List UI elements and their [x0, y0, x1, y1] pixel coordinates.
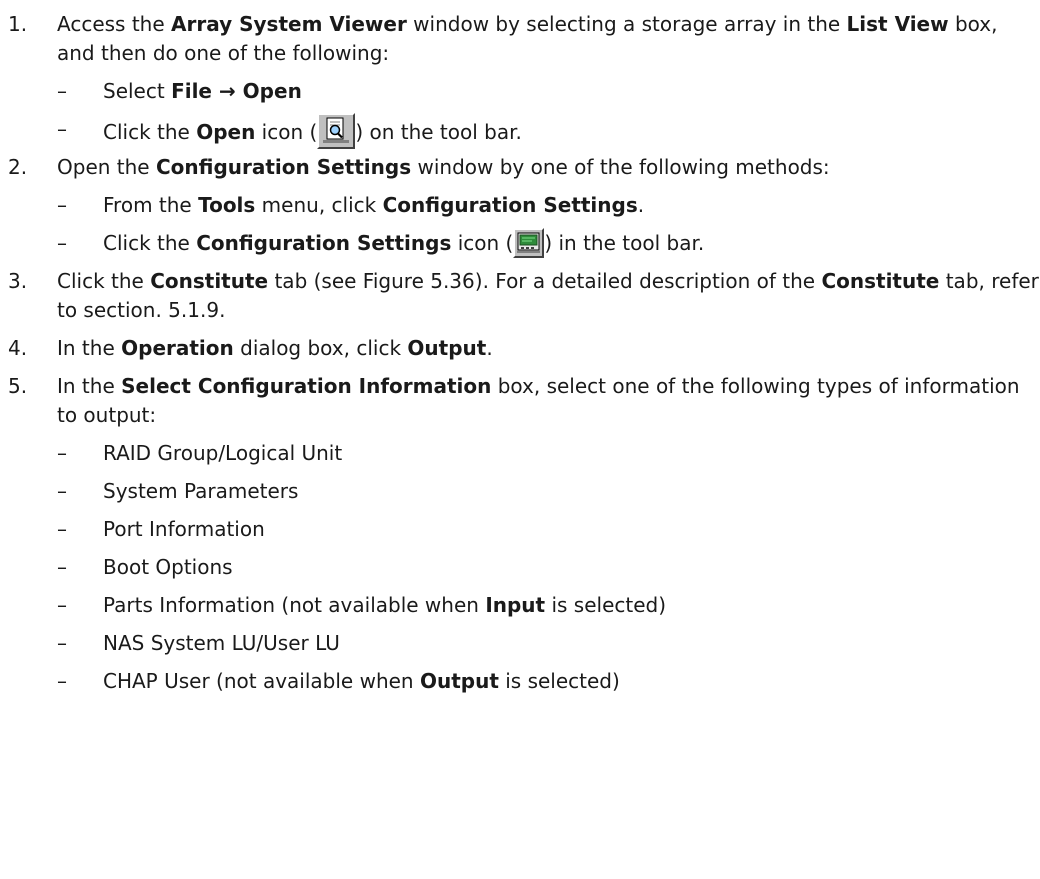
sub-step-list: – Select File → Open – Click the Open icon …	[57, 77, 1040, 149]
sub-step-text: System Parameters	[103, 479, 298, 503]
bold-term: Open	[196, 119, 256, 144]
step-number: 3.	[8, 269, 28, 293]
sub-step: – Parts Information (not available when I…	[57, 591, 1040, 620]
text-run: window by one of the following methods:	[411, 155, 830, 179]
sub-step-list: – RAID Group/Logical Unit – System Paramete…	[57, 439, 1040, 696]
dash-bullet: –	[57, 79, 67, 103]
bold-term: Operation	[121, 336, 234, 360]
text-run: menu, click	[255, 193, 383, 217]
sub-step: – NAS System LU/User LU	[57, 629, 1040, 658]
text-run: Click the	[57, 269, 151, 293]
dash-bullet: –	[57, 231, 67, 255]
open-icon	[317, 113, 356, 149]
bold-term: Constitute	[821, 269, 940, 293]
step-5: 5. In the Select Configuration Informatio…	[8, 372, 1040, 696]
sub-step-text: RAID Group/Logical Unit	[103, 441, 342, 465]
text-run: .	[486, 336, 493, 360]
text-run: icon (	[255, 119, 318, 144]
text-run: Click the	[103, 231, 197, 255]
dash-bullet: –	[57, 517, 67, 541]
sub-step-text: NAS System LU/User LU	[103, 631, 340, 655]
step-text: Open the Configuration Settings window b…	[57, 153, 1040, 182]
bold-term: Configuration Settings	[382, 193, 638, 217]
step-number: 5.	[8, 374, 28, 398]
text-run: Select	[103, 79, 172, 103]
dash-bullet: –	[57, 193, 67, 217]
sub-step: – System Parameters	[57, 477, 1040, 506]
configuration-settings-icon	[513, 227, 545, 258]
text-run: .	[637, 193, 645, 217]
text-run: ) on the tool bar.	[355, 119, 522, 144]
step-text: Click the Constitute tab (see Figure 5.3…	[57, 267, 1040, 325]
dash-bullet: –	[57, 117, 67, 141]
bold-term: List View	[846, 12, 949, 36]
sub-step-text: Boot Options	[103, 555, 233, 579]
text-run: is selected)	[545, 593, 667, 617]
sub-step: – Port Information	[57, 515, 1040, 544]
sub-step-text: CHAP User (not available when Output is …	[103, 669, 620, 693]
text-run: RAID Group/Logical Unit	[103, 441, 343, 465]
step-1: 1. Access the Array System Viewer window …	[8, 10, 1040, 149]
bold-term: Configuration Settings	[155, 155, 412, 179]
dash-bullet: –	[57, 441, 67, 465]
bold-term: Array System Viewer	[171, 12, 407, 36]
text-run: CHAP User (not available when	[103, 669, 420, 693]
sub-step-list: – From the Tools menu, click Configuratio…	[57, 191, 1040, 258]
step-number: 4.	[8, 336, 28, 360]
text-run: Port Information	[103, 517, 265, 541]
sub-step-text: Click the Configuration Settings icon ()…	[103, 227, 705, 258]
sub-step-text: Select File → Open	[103, 79, 302, 103]
bold-term: File → Open	[171, 79, 302, 103]
document-body: 1. Access the Array System Viewer window …	[0, 0, 1040, 696]
text-run: NAS System LU/User LU	[103, 631, 340, 655]
step-text: Access the Array System Viewer window by…	[57, 10, 1040, 68]
text-run: In the	[57, 336, 122, 360]
text-run: ) in the tool bar.	[544, 231, 705, 255]
text-run: In the	[57, 374, 122, 398]
step-text: In the Select Configuration Information …	[57, 372, 1040, 430]
sub-step-text: Click the Open icon ( ) on the tool bar.	[103, 113, 522, 149]
dash-bullet: –	[57, 479, 67, 503]
sub-step-text: From the Tools menu, click Configuration…	[103, 193, 644, 217]
text-run: icon (	[451, 231, 514, 255]
bold-term: Tools	[198, 193, 256, 217]
step-4: 4. In the Operation dialog box, click Out…	[8, 334, 1040, 363]
sub-step: – Boot Options	[57, 553, 1040, 582]
dash-bullet: –	[57, 669, 67, 693]
sub-step: – RAID Group/Logical Unit	[57, 439, 1040, 468]
bold-term: Output	[407, 336, 487, 360]
text-run: is selected)	[498, 669, 620, 693]
text-run: tab (see Figure 5.36). For a detailed de…	[268, 269, 822, 293]
text-run: Parts Information (not available when	[103, 593, 486, 617]
sub-step: – CHAP User (not available when Output is…	[57, 667, 1040, 696]
sub-step: – Select File → Open	[57, 77, 1040, 106]
text-run: System Parameters	[103, 479, 299, 503]
sub-step: – Click the Open icon ( ) on the tool bar.	[57, 113, 1040, 149]
dash-bullet: –	[57, 631, 67, 655]
sub-step-text: Port Information	[103, 517, 265, 541]
text-run: From the	[103, 193, 199, 217]
text-run: Access the	[57, 12, 172, 36]
dash-bullet: –	[57, 593, 67, 617]
text-run: window by selecting a storage array in t…	[406, 12, 847, 36]
bold-term: Constitute	[150, 269, 269, 293]
sub-step: – Click the Configuration Settings icon (…	[57, 227, 1040, 258]
step-3: 3. Click the Constitute tab (see Figure 5…	[8, 267, 1040, 325]
dash-bullet: –	[57, 555, 67, 579]
bold-term: Configuration Settings	[196, 231, 452, 255]
bold-term: Select Configuration Information	[121, 374, 492, 398]
bold-term: Input	[485, 593, 546, 617]
step-number: 2.	[8, 155, 28, 179]
step-2: 2. Open the Configuration Settings window…	[8, 153, 1040, 258]
bold-term: Output	[419, 669, 499, 693]
step-text: In the Operation dialog box, click Outpu…	[57, 334, 1040, 363]
step-number: 1.	[8, 12, 28, 36]
text-run: Open the	[57, 155, 156, 179]
text-run: Boot Options	[103, 555, 233, 579]
sub-step: – From the Tools menu, click Configuratio…	[57, 191, 1040, 220]
text-run: dialog box, click	[233, 336, 408, 360]
sub-step-text: Parts Information (not available when In…	[103, 593, 666, 617]
text-run: Click the	[103, 119, 197, 144]
